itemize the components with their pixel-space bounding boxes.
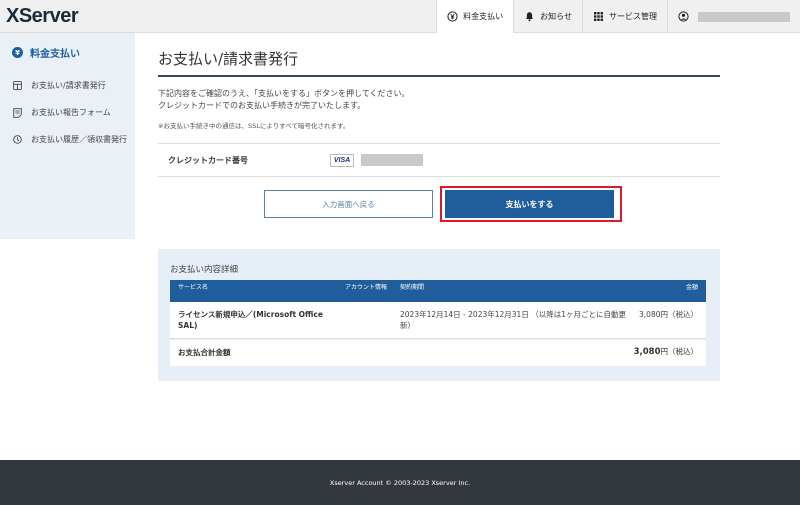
total-unit: 円（税込） bbox=[660, 347, 699, 356]
sidebar-item-label: お支払い/請求書発行 bbox=[31, 81, 106, 90]
card-number-redacted bbox=[361, 154, 423, 166]
grid-icon bbox=[593, 11, 604, 22]
credit-card-label: クレジットカード番号 bbox=[168, 155, 248, 165]
nav-payment-label: 料金支払い bbox=[463, 12, 504, 21]
pay-button[interactable]: 支払いをする bbox=[445, 190, 614, 218]
xserver-logo[interactable]: XServer bbox=[6, 4, 79, 28]
back-to-input-button[interactable]: 入力画面へ戻る bbox=[264, 190, 433, 218]
copyright: Xserver Account © 2003-2023 Xserver Inc. bbox=[329, 478, 471, 487]
nav-service-label: サービス管理 bbox=[609, 12, 657, 21]
total-label: お支払合計金額 bbox=[178, 348, 231, 357]
sidebar-item-label: お支払い履歴／領収書発行 bbox=[31, 135, 127, 144]
row-amount: 3,080円（税込） bbox=[639, 310, 698, 319]
sidebar-item-payment-history[interactable]: お支払い履歴／領収書発行 bbox=[0, 133, 135, 146]
nav-notices[interactable]: お知らせ bbox=[513, 0, 582, 33]
sidebar-item-label: お支払い報告フォーム bbox=[31, 108, 111, 117]
ssl-note: ※お支払い手続き中の通信は、SSLによりすべて暗号化されます。 bbox=[158, 122, 350, 130]
bell-icon bbox=[524, 11, 535, 22]
col-amount: 金額 bbox=[685, 284, 698, 291]
col-service: サービス名 bbox=[178, 284, 209, 291]
total-amount: 3,080円（税込） bbox=[634, 346, 698, 358]
yen-circle-icon bbox=[447, 11, 458, 22]
page-title: お支払い/請求書発行 bbox=[158, 48, 720, 77]
main-content: お支払い/請求書発行 下記内容をご確認のうえ、「支払いをする」ボタンを押してくだ… bbox=[158, 48, 720, 381]
details-table-header: サービス名 アカウント情報 契約期間 金額 bbox=[170, 280, 706, 302]
col-period: 契約期間 bbox=[400, 284, 425, 291]
credit-card-row: クレジットカード番号 VISA bbox=[158, 143, 720, 177]
total-row: お支払合計金額 3,080円（税込） bbox=[170, 340, 706, 366]
user-name-redacted bbox=[698, 11, 790, 22]
form-icon bbox=[12, 106, 22, 119]
header-nav: 料金支払い お知らせ サービス管理 bbox=[436, 0, 800, 33]
total-value: 3,080 bbox=[633, 347, 661, 357]
payment-details-title: お支払い内容詳細 bbox=[170, 265, 239, 275]
nav-notices-label: お知らせ bbox=[540, 12, 572, 21]
user-menu[interactable] bbox=[667, 0, 800, 33]
sidebar-item-payment-invoice[interactable]: お支払い/請求書発行 bbox=[0, 79, 135, 92]
table-row: ライセンス新規申込／(Microsoft Office SAL) 2023年12… bbox=[170, 302, 706, 339]
top-header: XServer 料金支払い お知らせ サービス管理 bbox=[0, 0, 800, 33]
payment-details-panel: お支払い内容詳細 サービス名 アカウント情報 契約期間 金額 ライセンス新規申込… bbox=[158, 249, 720, 381]
sidebar-title: ¥ 料金支払い bbox=[0, 33, 135, 60]
calculator-icon bbox=[12, 79, 22, 92]
row-service: ライセンス新規申込／(Microsoft Office SAL) bbox=[178, 310, 323, 330]
nav-service-management[interactable]: サービス管理 bbox=[582, 0, 667, 33]
instructions: 下記内容をご確認のうえ、「支払いをする」ボタンを押してください。 クレジットカー… bbox=[158, 88, 720, 112]
user-icon bbox=[678, 11, 689, 22]
yen-badge-icon: ¥ bbox=[12, 47, 23, 58]
row-period: 2023年12月14日 - 2023年12月31日 （以降は1ヶ月ごとに自動更新… bbox=[400, 310, 626, 330]
sidebar: ¥ 料金支払い お支払い/請求書発行 お支払い報告フォーム お支払い履歴／領収書… bbox=[0, 33, 135, 239]
footer: Xserver Account © 2003-2023 Xserver Inc. bbox=[0, 460, 800, 505]
nav-payment[interactable]: 料金支払い bbox=[436, 0, 514, 33]
col-account: アカウント情報 bbox=[345, 284, 388, 291]
instructions-line-1: 下記内容をご確認のうえ、「支払いをする」ボタンを押してください。 bbox=[158, 89, 410, 98]
instructions-line-2: クレジットカードでのお支払い手続きが完了いたします。 bbox=[158, 101, 366, 110]
sidebar-item-payment-report[interactable]: お支払い報告フォーム bbox=[0, 106, 135, 119]
sidebar-title-label: 料金支払い bbox=[30, 49, 80, 60]
visa-card-icon: VISA bbox=[330, 154, 354, 167]
history-icon bbox=[12, 133, 22, 146]
